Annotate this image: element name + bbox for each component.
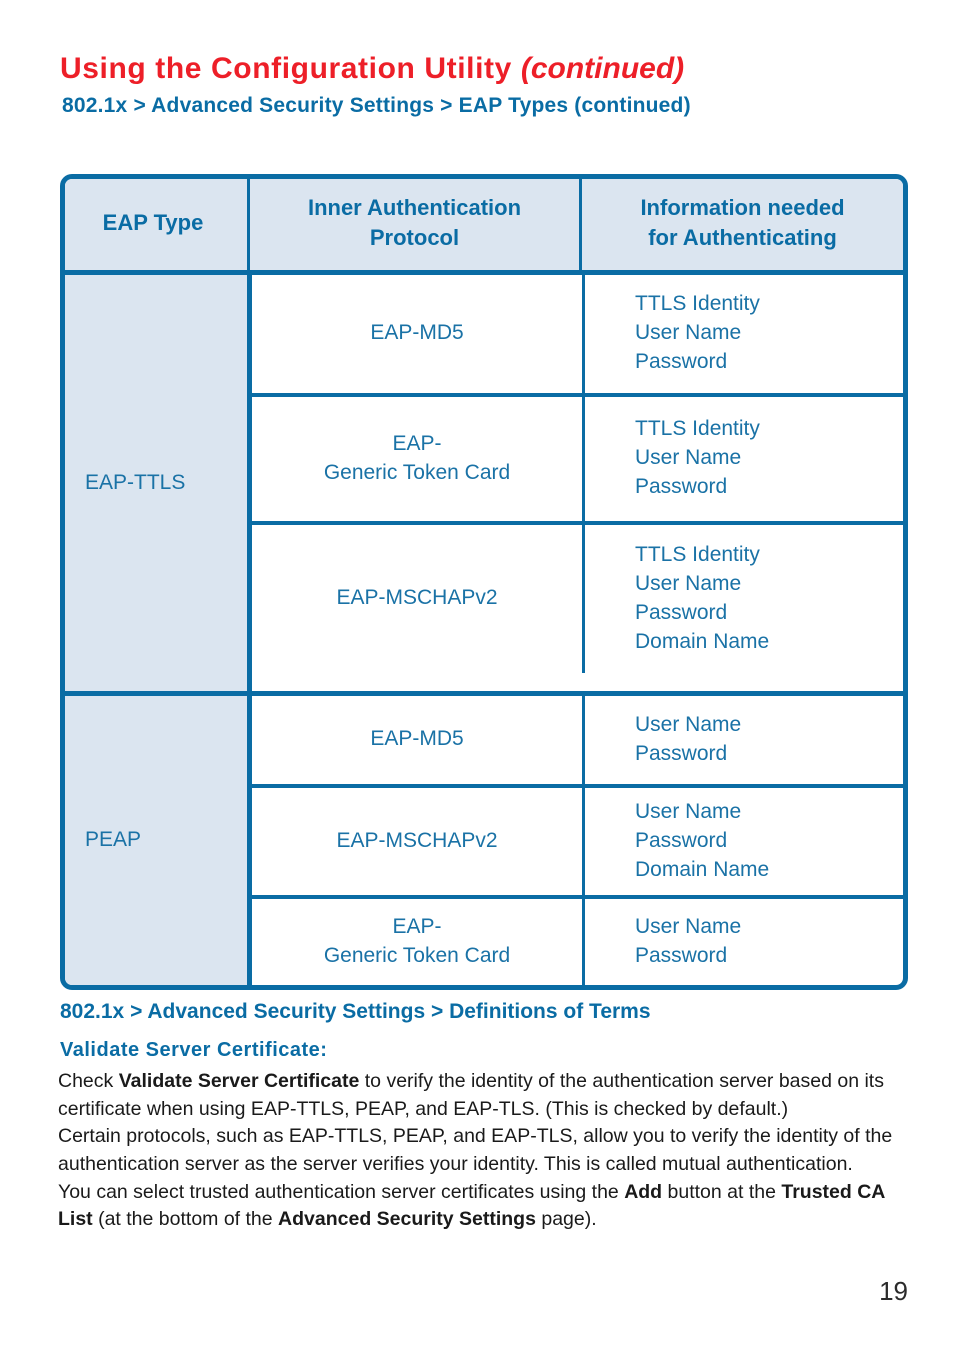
protocol-line-1: EAP- xyxy=(392,915,442,939)
para3-b: button at the xyxy=(662,1180,782,1203)
para1-a: Check xyxy=(58,1070,119,1092)
info-line: User Name xyxy=(635,799,742,823)
cell-information: User Name Password xyxy=(582,695,903,784)
page-number: 19 xyxy=(879,1276,908,1306)
table-row: EAP-MD5 TTLS Identity User Name Password xyxy=(252,274,903,393)
paragraph-2: Certain protocols, such as EAP-TTLS, PEA… xyxy=(58,1125,893,1176)
para1-bold: Validate Server Certificate xyxy=(118,1070,360,1092)
info-line: TTLS Identity xyxy=(635,417,760,441)
table-row: EAP-MD5 User Name Password xyxy=(252,695,903,784)
cell-information: User Name Password Domain Name xyxy=(582,787,903,895)
group-label-peap: PEAP xyxy=(65,695,247,985)
info-line: User Name xyxy=(635,571,742,595)
cell-information: User Name Password xyxy=(582,898,903,985)
cell-information: TTLS Identity User Name Password xyxy=(582,274,903,393)
cell-protocol: EAP- Generic Token Card xyxy=(252,397,582,521)
eap-types-table: EAP Type Inner Authentication Protocol I… xyxy=(60,174,908,990)
table-row: EAP-MSCHAPv2 User Name Password Domain N… xyxy=(252,783,903,895)
info-line: User Name xyxy=(635,914,742,938)
info-line: Password xyxy=(635,828,728,852)
table-group-eap-ttls: EAP-TTLS EAP-MD5 TTLS Identity User Name… xyxy=(65,269,903,691)
cell-protocol: EAP-MD5 xyxy=(252,696,582,784)
cell-protocol: EAP- Generic Token Card xyxy=(252,899,582,985)
document-page: Using the Configuration Utility (continu… xyxy=(0,0,954,1352)
cell-protocol: EAP-MSCHAPv2 xyxy=(252,788,582,895)
group-label-eap-ttls: EAP-TTLS xyxy=(65,274,247,691)
info-line: User Name xyxy=(635,712,742,736)
para3-a: You can select trusted authentication se… xyxy=(58,1180,625,1203)
paragraph-1: Check Validate Server Certificate to ver… xyxy=(58,1068,898,1123)
table-row: EAP- Generic Token Card TTLS Identity Us… xyxy=(252,392,903,521)
term-heading-validate-server-certificate: Validate Server Certificate: xyxy=(60,1039,328,1061)
protocol-line-1: EAP-MD5 xyxy=(370,321,464,345)
para3-d: page). xyxy=(535,1208,597,1231)
cell-information: TTLS Identity User Name Password Domain … xyxy=(582,524,903,673)
info-line: TTLS Identity xyxy=(635,542,760,566)
info-line: Password xyxy=(635,943,728,967)
breadcrumb: 802.1x > Advanced Security Settings > EA… xyxy=(62,94,691,117)
definitions-section-heading: 802.1x > Advanced Security Settings > De… xyxy=(60,1000,651,1023)
column-header-inner-auth-line2: Protocol xyxy=(369,225,460,251)
table-row: EAP-MSCHAPv2 TTLS Identity User Name Pas… xyxy=(252,520,903,673)
column-header-inner-auth-line1: Inner Authentication xyxy=(307,195,522,220)
cell-information: TTLS Identity User Name Password xyxy=(582,396,903,521)
cell-protocol: EAP-MD5 xyxy=(252,275,582,393)
paragraph-3: You can select trusted authentication se… xyxy=(58,1179,898,1234)
info-line: Password xyxy=(635,600,728,624)
column-header-eap-type-label: EAP Type xyxy=(102,210,204,236)
info-line: User Name xyxy=(635,321,742,345)
protocol-line-1: EAP- xyxy=(392,432,442,456)
para3-bold-add: Add xyxy=(624,1180,663,1203)
protocol-line-2: Generic Token Card xyxy=(323,943,511,967)
info-line: Password xyxy=(635,475,728,499)
info-line: Domain Name xyxy=(635,857,770,881)
column-header-information-needed: Information needed for Authenticating xyxy=(579,179,903,270)
column-header-info-line2: for Authenticating xyxy=(648,225,837,251)
group-rows-eap-ttls: EAP-MD5 TTLS Identity User Name Password… xyxy=(247,274,903,691)
column-header-inner-auth-protocol: Inner Authentication Protocol xyxy=(247,179,579,270)
group-rows-peap: EAP-MD5 User Name Password EAP-MSCHAPv2 … xyxy=(247,695,903,985)
page-title: Using the Configuration Utility (continu… xyxy=(60,52,684,86)
column-header-eap-type: EAP Type xyxy=(65,179,247,270)
cell-protocol: EAP-MSCHAPv2 xyxy=(252,525,582,673)
info-line: TTLS Identity xyxy=(635,292,760,316)
table-header-row: EAP Type Inner Authentication Protocol I… xyxy=(65,179,903,270)
info-line: Password xyxy=(635,350,728,374)
definitions-body: Check Validate Server Certificate to ver… xyxy=(58,1068,898,1234)
column-header-info-line1: Information needed xyxy=(640,195,845,220)
page-title-text: Using the Configuration Utility xyxy=(60,52,521,85)
info-line: Password xyxy=(635,741,728,765)
info-line: User Name xyxy=(635,446,742,470)
protocol-line-1: EAP-MSCHAPv2 xyxy=(336,828,498,852)
info-line: Domain Name xyxy=(635,629,770,653)
protocol-line-2: Generic Token Card xyxy=(323,460,511,484)
para3-c: (at the bottom of the xyxy=(92,1208,279,1231)
page-title-continued: (continued) xyxy=(520,52,685,85)
table-group-peap: PEAP EAP-MD5 User Name Password EAP-MSCH… xyxy=(65,690,903,985)
protocol-line-1: EAP-MSCHAPv2 xyxy=(336,586,498,610)
protocol-line-1: EAP-MD5 xyxy=(370,727,464,751)
table-row: EAP- Generic Token Card User Name Passwo… xyxy=(252,894,903,985)
para3-bold-advanced-security-settings: Advanced Security Settings xyxy=(278,1208,536,1231)
